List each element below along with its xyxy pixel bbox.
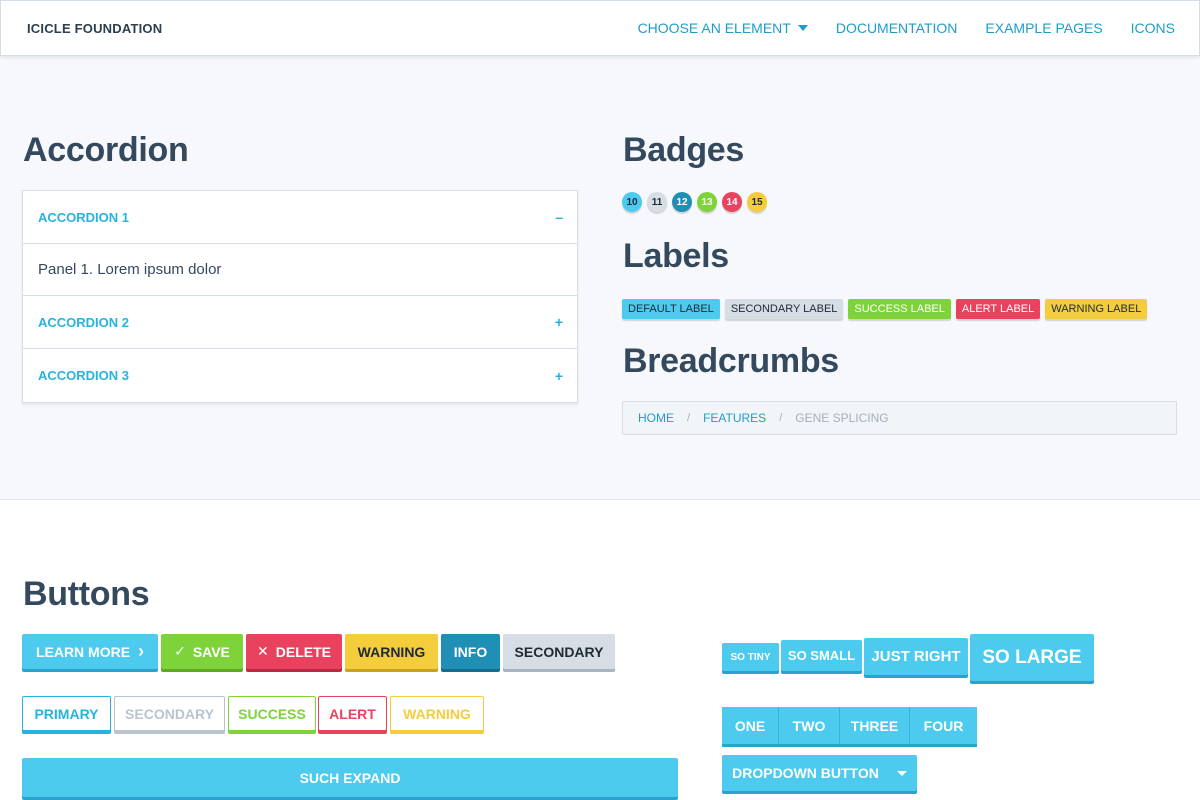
primary-outline-button[interactable]: PRIMARY <box>22 696 111 731</box>
nav-icons[interactable]: ICONS <box>1131 20 1175 36</box>
alert-outline-button[interactable]: ALERT <box>318 696 387 731</box>
learn-more-button[interactable]: LEARN MORE › <box>22 634 158 669</box>
expand-button[interactable]: SUCH EXPAND <box>22 758 678 797</box>
badge: 11 <box>647 192 667 212</box>
badge: 10 <box>622 192 642 212</box>
buttons-heading: Buttons <box>23 575 150 613</box>
label-tag: SUCCESS LABEL <box>848 299 951 319</box>
label-tag: DEFAULT LABEL <box>622 299 720 319</box>
chevron-right-icon: › <box>138 641 145 661</box>
chevron-down-icon <box>896 770 907 776</box>
breadcrumb-home[interactable]: HOME <box>638 411 674 425</box>
warning-button[interactable]: WARNING <box>345 634 438 669</box>
badge: 15 <box>747 192 767 212</box>
accordion-item-title: ACCORDION 2 <box>38 314 130 330</box>
accordion-panel-1: Panel 1. Lorem ipsum dolor <box>23 244 577 296</box>
expand-icon: + <box>554 314 563 330</box>
accordion-item-2[interactable]: ACCORDION 2 + <box>23 296 577 349</box>
button-group: ONE TWO THREE FOUR <box>722 707 977 744</box>
close-icon: ✕ <box>257 643 269 659</box>
save-button-label: SAVE <box>192 643 230 660</box>
learn-more-button-label: LEARN MORE <box>35 643 131 660</box>
accordion-heading: Accordion <box>23 131 189 169</box>
badge: 12 <box>672 192 692 212</box>
badge-list: 10 11 12 13 14 15 <box>622 192 772 212</box>
nav-documentation[interactable]: DOCUMENTATION <box>836 20 958 36</box>
secondary-button[interactable]: SECONDARY <box>503 634 615 669</box>
accordion-item-title: ACCORDION 1 <box>38 209 130 225</box>
badge: 14 <box>722 192 742 212</box>
just-right-button[interactable]: JUST RIGHT <box>864 638 968 675</box>
nav-choose-element[interactable]: CHOOSE AN ELEMENT <box>638 20 808 36</box>
success-outline-button[interactable]: SUCCESS <box>228 696 316 731</box>
accordion-item-3[interactable]: ACCORDION 3 + <box>23 349 577 402</box>
brand-title[interactable]: ICICLE FOUNDATION <box>27 21 162 36</box>
nav-example-pages[interactable]: EXAMPLE PAGES <box>985 20 1102 36</box>
so-large-button[interactable]: SO LARGE <box>970 634 1094 681</box>
info-button[interactable]: INFO <box>441 634 500 669</box>
delete-button-label: DELETE <box>275 643 331 660</box>
badge: 13 <box>697 192 717 212</box>
info-button-label: INFO <box>453 643 488 660</box>
breadcrumb-features[interactable]: FEATURES <box>703 411 766 425</box>
chevron-down-icon <box>797 25 808 31</box>
label-tag: ALERT LABEL <box>955 299 1041 319</box>
collapse-icon: – <box>555 209 563 225</box>
labels-heading: Labels <box>623 237 729 275</box>
nav-choose-element-label: CHOOSE AN ELEMENT <box>637 20 791 36</box>
label-tag: WARNING LABEL <box>1045 299 1148 319</box>
warning-outline-button[interactable]: WARNING <box>390 696 484 731</box>
breadcrumb-current: GENE SPLICING <box>795 411 889 425</box>
accordion-item-title: ACCORDION 3 <box>38 368 130 383</box>
group-button-two[interactable]: TWO <box>779 707 840 744</box>
breadcrumb-separator: / <box>779 412 783 424</box>
accordion-item-1[interactable]: ACCORDION 1 – <box>23 191 577 244</box>
so-small-button[interactable]: SO SMALL <box>781 640 862 671</box>
top-bar: ICICLE FOUNDATION CHOOSE AN ELEMENT DOCU… <box>0 0 1200 56</box>
check-icon: ✓ <box>174 643 186 659</box>
accordion: ACCORDION 1 – Panel 1. Lorem ipsum dolor… <box>22 190 578 403</box>
warning-button-label: WARNING <box>357 643 426 660</box>
so-tiny-button[interactable]: SO TINY <box>722 643 779 671</box>
group-button-four[interactable]: FOUR <box>910 707 977 744</box>
top-nav: CHOOSE AN ELEMENT DOCUMENTATION EXAMPLE … <box>638 20 1175 36</box>
breadcrumb-separator: / <box>687 412 691 424</box>
delete-button[interactable]: ✕ DELETE <box>246 634 342 669</box>
expand-icon: + <box>554 367 563 384</box>
breadcrumb: HOME / FEATURES / GENE SPLICING <box>622 401 1177 435</box>
badges-heading: Badges <box>623 131 745 169</box>
secondary-outline-button[interactable]: SECONDARY <box>114 696 225 731</box>
save-button[interactable]: ✓ SAVE <box>161 634 243 669</box>
group-button-one[interactable]: ONE <box>722 707 779 744</box>
dropdown-button-label: DROPDOWN BUTTON <box>732 765 879 781</box>
group-button-three[interactable]: THREE <box>840 707 910 744</box>
secondary-button-label: SECONDARY <box>514 643 604 660</box>
label-tag: SECONDARY LABEL <box>724 299 844 319</box>
dropdown-button[interactable]: DROPDOWN BUTTON <box>722 755 917 791</box>
breadcrumbs-heading: Breadcrumbs <box>623 342 839 380</box>
label-list: DEFAULT LABEL SECONDARY LABEL SUCCESS LABE… <box>622 299 1152 319</box>
